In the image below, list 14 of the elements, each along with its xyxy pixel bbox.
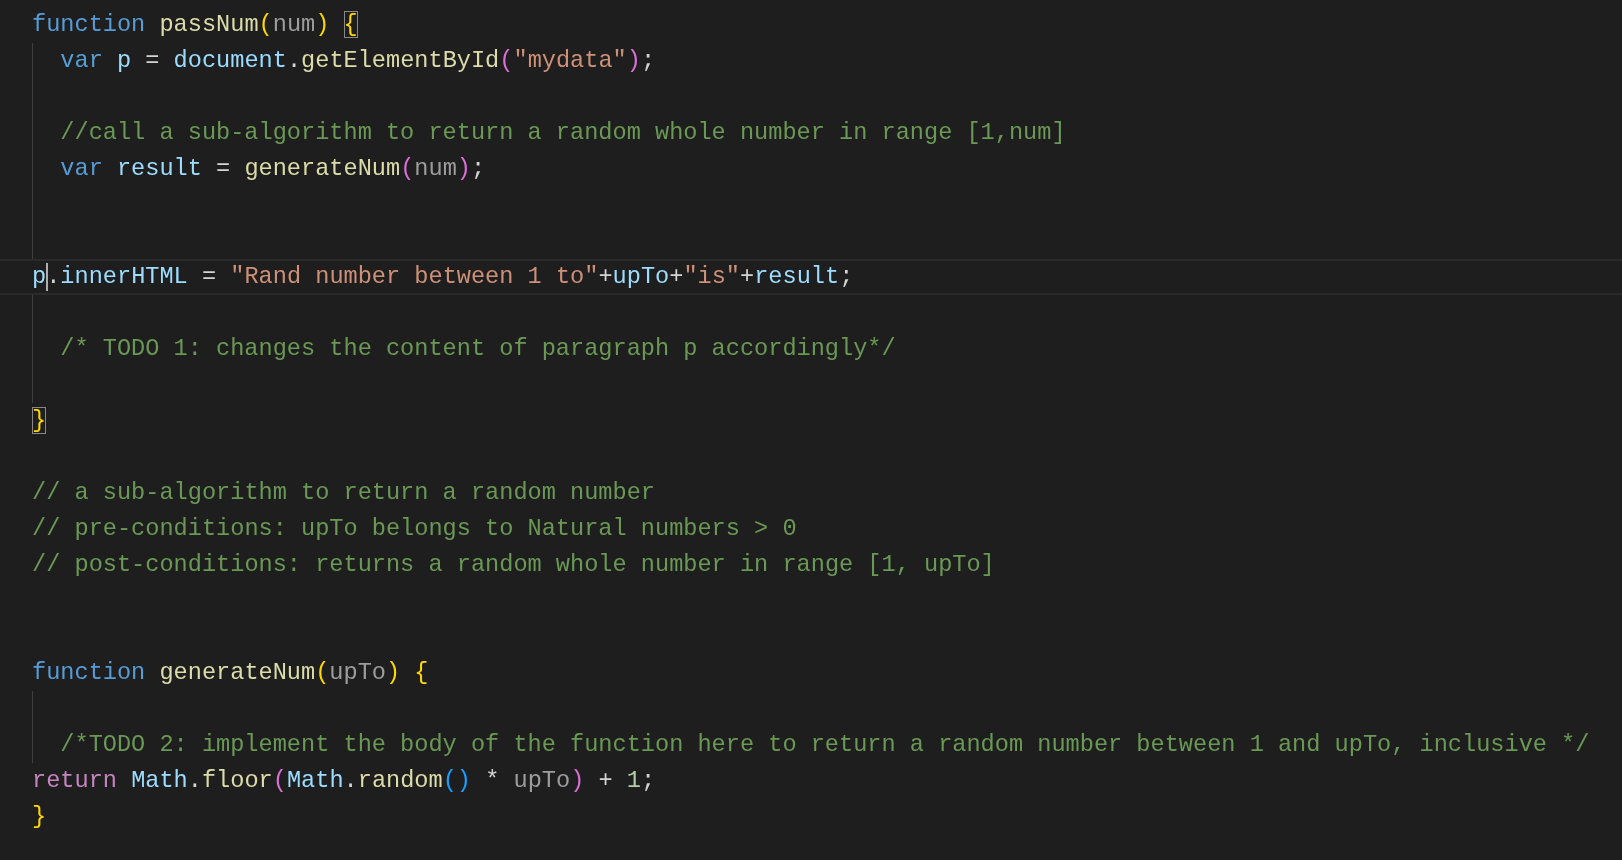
code-line: // post-conditions: returns a random whole number in range [1, upTo] [32,550,995,580]
code-line: function generateNum(upTo) { [32,658,429,688]
code-line: } [32,406,47,436]
code-line: var result = generateNum(num); [60,154,486,184]
code-line: //call a sub-algorithm to return a random whole number in range [1,num] [60,118,1066,148]
code-line: } [32,802,47,832]
code-line: p.innerHTML = "Rand number between 1 to"+upTo+"is"+result; [32,262,854,292]
code-line: /* TODO 1: changes the content of paragraph p accordingly*/ [60,334,896,364]
code-line: /*TODO 2: implement the body of the function here to return a random number between 1 and upTo, inclusive */ [60,730,1590,760]
code-line: return Math.floor(Math.random() * upTo) + 1; [32,766,656,796]
code-line: var p = document.getElementById("mydata"); [60,46,656,76]
code-line: function passNum(num) { [32,10,358,40]
code-line: // a sub-algorithm to return a random number [32,478,655,508]
code-line: // pre-conditions: upTo belongs to Natural numbers > 0 [32,514,797,544]
